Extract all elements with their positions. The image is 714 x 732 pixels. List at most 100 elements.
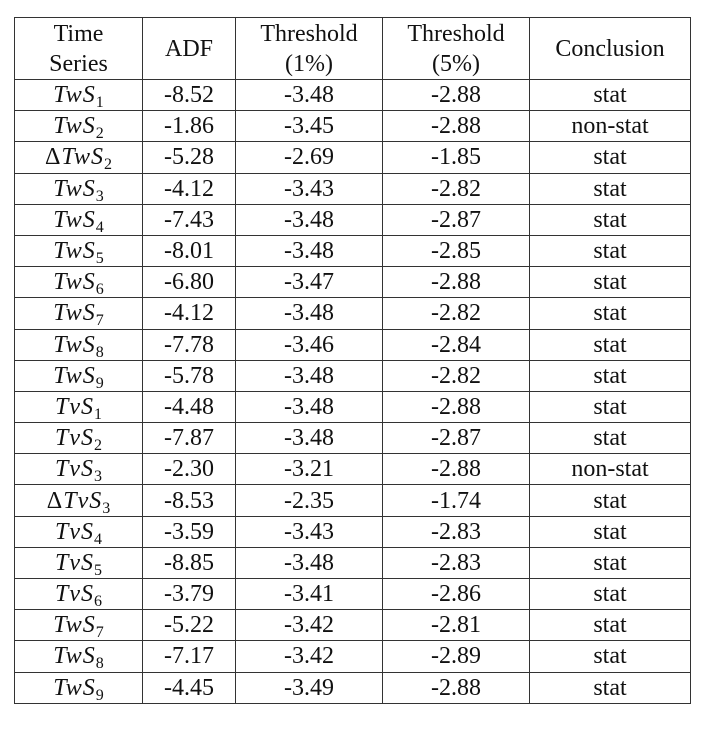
header-threshold-5pct-line1: Threshold (407, 20, 505, 47)
table-row: TwS2 -1.86 -3.45 -2.88 non-stat (14, 110, 691, 143)
series-name: TwS (53, 206, 96, 233)
cell-threshold-1pct: -3.48 (235, 422, 383, 455)
series-subscript: 9 (95, 374, 104, 392)
cell-threshold-5pct: -1.85 (382, 141, 530, 174)
cell-threshold-1pct: -3.42 (235, 640, 383, 673)
series-subscript: 5 (95, 250, 104, 268)
cell-threshold-1pct: -3.48 (235, 297, 383, 330)
cell-adf: -4.45 (142, 671, 236, 704)
cell-threshold-5pct: -2.82 (382, 297, 530, 330)
cell-threshold-1pct: -3.48 (235, 390, 383, 424)
header-threshold-5pct-line2: (5%) (432, 50, 480, 77)
cell-adf: -7.78 (142, 328, 236, 361)
cell-threshold-5pct: -2.81 (382, 609, 530, 642)
table-row: TvS3 -2.30 -3.21 -2.88 non-stat (14, 453, 691, 486)
cell-series: TwS7 (14, 297, 143, 330)
cell-threshold-5pct: -2.89 (382, 640, 530, 673)
cell-conclusion: stat (529, 234, 691, 268)
cell-series: TwS6 (14, 266, 143, 299)
cell-conclusion: stat (529, 640, 691, 673)
cell-adf: -7.17 (142, 640, 236, 673)
cell-threshold-5pct: -2.87 (382, 422, 530, 455)
cell-series: TvS6 (14, 577, 143, 611)
cell-threshold-1pct: -3.48 (235, 78, 383, 112)
cell-threshold-1pct: -3.46 (235, 328, 383, 361)
cell-series: TwS8 (14, 640, 143, 673)
cell-series: TwS8 (14, 328, 143, 361)
cell-adf: -3.59 (142, 515, 236, 548)
cell-conclusion: non-stat (529, 453, 691, 486)
cell-adf: -1.86 (142, 110, 236, 143)
cell-conclusion: stat (529, 671, 691, 704)
cell-conclusion: stat (529, 172, 691, 205)
cell-adf: -5.78 (142, 359, 236, 392)
cell-conclusion: stat (529, 484, 691, 517)
cell-conclusion: stat (529, 78, 691, 112)
series-name: TwS (53, 674, 96, 701)
header-time-series: Time Series (14, 17, 143, 80)
cell-threshold-1pct: -3.43 (235, 515, 383, 548)
cell-conclusion: stat (529, 422, 691, 455)
series-name: TvS (55, 425, 94, 452)
cell-threshold-5pct: -2.86 (382, 577, 530, 611)
series-subscript: 8 (95, 655, 104, 673)
series-subscript: 1 (94, 405, 102, 423)
table-row: TvS2 -7.87 -3.48 -2.87 stat (14, 422, 691, 455)
cell-series: TwS5 (14, 234, 143, 268)
table-row: TwS3 -4.12 -3.43 -2.82 stat (14, 172, 691, 205)
cell-series: TvS3 (14, 453, 143, 486)
cell-adf: -8.53 (142, 484, 236, 517)
cell-threshold-5pct: -2.88 (382, 671, 530, 704)
cell-threshold-5pct: -2.83 (382, 546, 530, 580)
cell-series: TwS1 (14, 78, 143, 112)
cell-threshold-5pct: -2.88 (382, 78, 530, 112)
series-name: TvS (55, 581, 94, 608)
header-threshold-1pct-line1: Threshold (260, 20, 358, 47)
cell-series: TwS9 (14, 671, 143, 704)
adf-test-table: Time Series ADF Threshold (1%) Threshold… (14, 17, 691, 704)
cell-adf: -7.87 (142, 422, 236, 455)
cell-series: TwS7 (14, 609, 143, 642)
table-row: TwS8 -7.78 -3.46 -2.84 stat (14, 328, 691, 361)
series-name: TwS (53, 300, 96, 327)
cell-threshold-5pct: -2.83 (382, 515, 530, 548)
cell-series: TvS4 (14, 515, 143, 548)
table-row: TwS1 -8.52 -3.48 -2.88 stat (14, 78, 691, 112)
series-subscript: 4 (94, 530, 102, 548)
cell-conclusion: stat (529, 266, 691, 299)
cell-series: ΔTvS3 (14, 484, 143, 517)
table-row: TwS8 -7.17 -3.42 -2.89 stat (14, 640, 691, 673)
series-name: TvS (55, 518, 94, 545)
cell-adf: -3.79 (142, 577, 236, 611)
table-row: ΔTwS2 -5.28 -2.69 -1.85 stat (14, 141, 691, 174)
cell-threshold-1pct: -3.42 (235, 609, 383, 642)
series-name: TwS (53, 331, 96, 358)
series-name: TvS (55, 393, 94, 420)
cell-adf: -4.48 (142, 390, 236, 424)
cell-conclusion: stat (529, 359, 691, 392)
series-subscript: 1 (95, 94, 104, 112)
series-subscript: 5 (94, 561, 102, 579)
table-body: TwS1 -8.52 -3.48 -2.88 stat TwS2 -1.86 -3.45 -2.… (14, 78, 691, 704)
cell-threshold-5pct: -2.87 (382, 203, 530, 236)
cell-threshold-5pct: -2.84 (382, 328, 530, 361)
series-name: TwS (53, 362, 96, 389)
cell-conclusion: stat (529, 141, 691, 174)
table-row: TwS9 -4.45 -3.49 -2.88 stat (14, 671, 691, 704)
cell-adf: -4.12 (142, 297, 236, 330)
header-row: Time Series ADF Threshold (1%) Threshold… (14, 17, 691, 80)
table-row: TwS7 -5.22 -3.42 -2.81 stat (14, 609, 691, 642)
cell-threshold-1pct: -3.49 (235, 671, 383, 704)
series-name: TwS (53, 612, 96, 639)
series-subscript: 2 (104, 156, 112, 174)
cell-threshold-1pct: -3.41 (235, 577, 383, 611)
table-row: TwS5 -8.01 -3.48 -2.85 stat (14, 234, 691, 268)
header-threshold-5pct: Threshold (5%) (382, 17, 530, 80)
cell-conclusion: stat (529, 577, 691, 611)
cell-threshold-5pct: -1.74 (382, 484, 530, 517)
series-name: TwS (53, 238, 96, 265)
cell-adf: -2.30 (142, 453, 236, 486)
cell-threshold-5pct: -2.82 (382, 172, 530, 205)
cell-threshold-1pct: -2.35 (235, 484, 383, 517)
series-subscript: 3 (95, 187, 104, 205)
